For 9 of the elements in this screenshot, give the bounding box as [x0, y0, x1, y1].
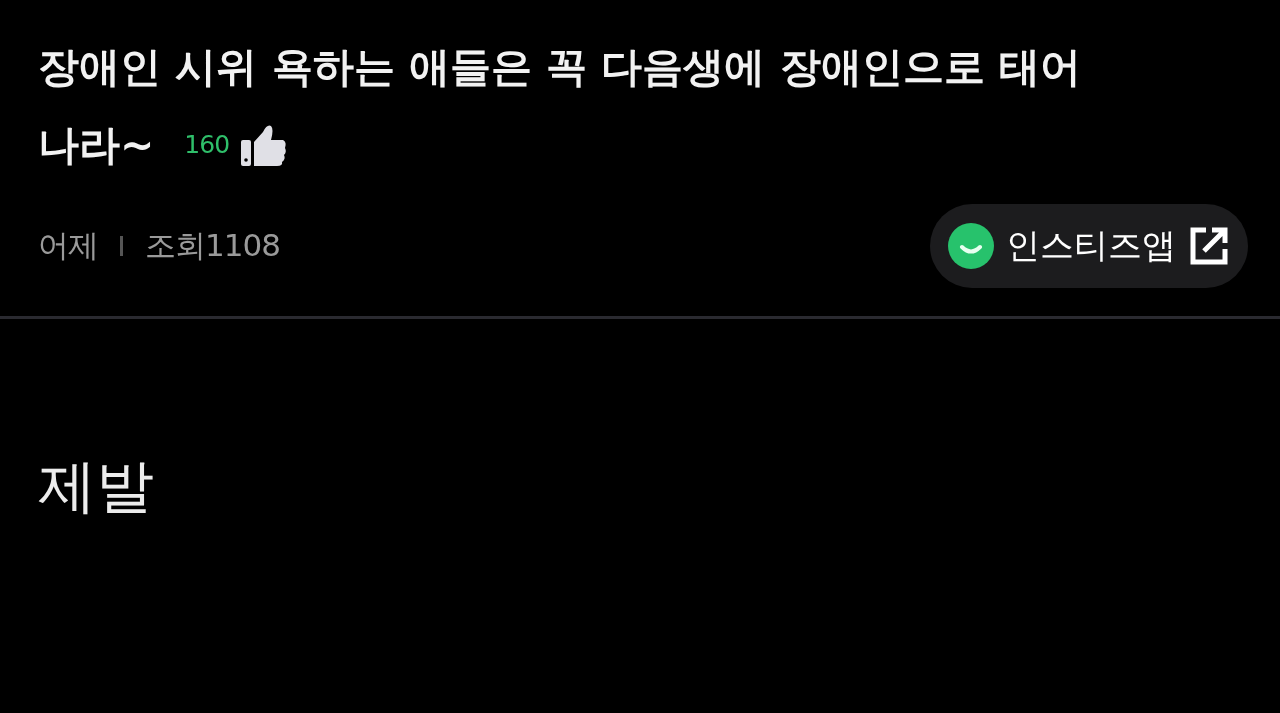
like-count: 160 — [184, 130, 230, 160]
app-link-button[interactable]: 인스티즈앱 — [930, 204, 1248, 288]
title-text: 장애인 시위 욕하는 애들은 꼭 다음생에 장애인으로 태어 — [38, 42, 1082, 93]
post-date: 어제 — [38, 226, 98, 265]
smile-icon — [948, 223, 994, 269]
external-link-icon — [1188, 225, 1230, 267]
title-text: 나라~ — [38, 120, 155, 171]
post-body: 제발 — [38, 451, 155, 521]
view-count: 조회1108 — [145, 226, 280, 265]
